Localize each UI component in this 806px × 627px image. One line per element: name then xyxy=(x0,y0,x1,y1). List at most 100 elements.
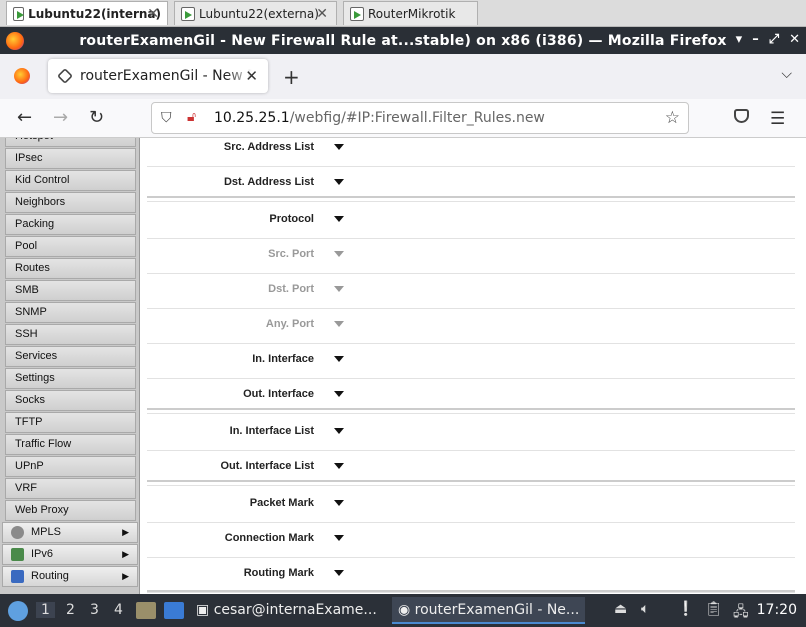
sidebar-item-kid-control[interactable]: Kid Control xyxy=(5,170,136,191)
dropdown-toggle-icon[interactable] xyxy=(334,356,344,362)
workspace-1[interactable]: 1 xyxy=(36,602,55,618)
workspace-2[interactable]: 2 xyxy=(66,602,75,618)
browser-tab[interactable]: routerExamenGil - New Firewall Rule ✕ xyxy=(48,59,268,93)
sidebar-item-pool[interactable]: Pool xyxy=(5,236,136,257)
field-label: Dst. Address List xyxy=(223,176,314,188)
url-bar[interactable]: ⛉ 🔓︎ 10.25.25.1/webfig/#IP:Firewall.Filt… xyxy=(151,102,689,134)
sidebar-item-smb[interactable]: SMB xyxy=(5,280,136,301)
eject-icon[interactable]: ⏏ xyxy=(614,601,627,617)
field-row-dst-address-list: Dst. Address List xyxy=(147,167,795,202)
sidebar-item-upnp[interactable]: UPnP xyxy=(5,456,136,477)
sidebar-item-neighbors[interactable]: Neighbors xyxy=(5,192,136,213)
sidebar-group-ipv6[interactable]: IPv6 ▶ xyxy=(2,544,138,565)
minimize-icon[interactable]: – xyxy=(752,32,759,47)
field-label: Out. Interface xyxy=(243,388,314,400)
sidebar-item-hotspot[interactable]: Hotspot xyxy=(5,138,136,147)
back-icon[interactable]: ← xyxy=(17,107,32,128)
mikrotik-icon xyxy=(57,68,73,84)
field-label: Src. Port xyxy=(268,248,314,260)
pocket-icon[interactable] xyxy=(734,109,749,123)
close-icon[interactable]: ✕ xyxy=(316,6,328,22)
sidebar-item-services[interactable]: Services xyxy=(5,346,136,367)
dropdown-toggle-icon[interactable] xyxy=(334,216,344,222)
clipboard-icon[interactable]: 📋︎ xyxy=(705,601,723,617)
dropdown-toggle-icon[interactable] xyxy=(334,428,344,434)
insecure-lock-icon[interactable]: 🔓︎ xyxy=(187,109,196,125)
field-row-out-interface-list: Out. Interface List xyxy=(147,451,795,486)
vm-tab-router[interactable]: RouterMikrotik xyxy=(343,1,478,25)
network-icon[interactable]: 🖧︎ xyxy=(733,601,749,625)
close-icon[interactable]: ✕ xyxy=(147,6,159,22)
start-menu-icon[interactable] xyxy=(8,601,28,621)
reload-icon[interactable]: ↻ xyxy=(89,107,104,128)
file-manager-icon[interactable] xyxy=(136,602,156,619)
sidebar-item-ssh[interactable]: SSH xyxy=(5,324,136,345)
field-row-packet-mark: Packet Mark xyxy=(147,488,795,523)
mpls-icon xyxy=(11,526,24,539)
field-label: In. Interface List xyxy=(229,425,314,437)
menu-arrow-icon[interactable]: ▾ xyxy=(736,32,743,47)
expand-arrow-icon: ▶ xyxy=(122,571,129,581)
show-desktop-icon[interactable] xyxy=(164,602,184,619)
sidebar-item-packing[interactable]: Packing xyxy=(5,214,136,235)
field-label: Connection Mark xyxy=(224,532,314,544)
sidebar-item-traffic-flow[interactable]: Traffic Flow xyxy=(5,434,136,455)
field-label: Dst. Port xyxy=(268,283,314,295)
dropdown-toggle-icon xyxy=(334,286,344,292)
field-label: Out. Interface List xyxy=(220,460,314,472)
taskbar-firefox[interactable]: ◉ routerExamenGil - Ne... xyxy=(392,597,586,624)
sidebar-item-settings[interactable]: Settings xyxy=(5,368,136,389)
vm-tab-externa[interactable]: Lubuntu22(externa) ✕ xyxy=(174,1,337,25)
sidebar-item-routes[interactable]: Routes xyxy=(5,258,136,279)
workspace-3[interactable]: 3 xyxy=(90,602,99,618)
volume-icon[interactable]: 🔈︎ xyxy=(641,601,649,617)
shield-icon[interactable]: ⛉ xyxy=(161,110,172,126)
navigation-bar: ← → ↻ ⛉ 🔓︎ 10.25.25.1/webfig/#IP:Firewal… xyxy=(0,99,806,138)
field-row-any-port: Any. Port xyxy=(147,309,795,344)
field-label: Any. Port xyxy=(265,318,314,330)
clock: 17:20 xyxy=(756,602,797,618)
expand-arrow-icon: ▶ xyxy=(122,549,129,559)
sidebar-group-label: MPLS xyxy=(31,526,61,538)
sidebar-group-routing[interactable]: Routing ▶ xyxy=(2,566,138,587)
sidebar-item-vrf[interactable]: VRF xyxy=(5,478,136,499)
dropdown-toggle-icon xyxy=(334,251,344,257)
sidebar-group-label: IPv6 xyxy=(31,548,54,560)
dropdown-toggle-icon[interactable] xyxy=(334,144,344,150)
sidebar-item-ipsec[interactable]: IPsec xyxy=(5,148,136,169)
dropdown-toggle-icon[interactable] xyxy=(334,391,344,397)
field-label: Routing Mark xyxy=(243,567,314,579)
vm-play-icon xyxy=(350,6,364,21)
sidebar-group-mpls[interactable]: MPLS ▶ xyxy=(2,522,138,543)
field-row-src-address-list: Src. Address List xyxy=(147,138,795,167)
sidebar-item-web-proxy[interactable]: Web Proxy xyxy=(5,500,136,521)
workspace-4[interactable]: 4 xyxy=(114,602,123,618)
vm-tab-interna[interactable]: Lubuntu22(interna) ✕ xyxy=(6,1,168,25)
bookmark-star-icon[interactable]: ☆ xyxy=(665,108,680,128)
url-text[interactable]: 10.25.25.1/webfig/#IP:Firewall.Filter_Ru… xyxy=(214,110,545,126)
ipv6-icon xyxy=(11,548,24,561)
firefox-view-icon[interactable] xyxy=(14,68,30,84)
chevron-down-icon[interactable]: ⌵ xyxy=(781,66,792,82)
field-label: Src. Address List xyxy=(223,141,314,153)
window-title: routerExamenGil - New Firewall Rule at..… xyxy=(79,33,727,49)
dropdown-toggle-icon[interactable] xyxy=(334,500,344,506)
hamburger-menu-icon[interactable]: ☰ xyxy=(770,109,785,129)
dropdown-toggle-icon[interactable] xyxy=(334,179,344,185)
field-label: Protocol xyxy=(269,213,314,225)
dropdown-toggle-icon[interactable] xyxy=(334,463,344,469)
taskbar-terminal[interactable]: ▣ cesar@internaExame... xyxy=(196,602,377,618)
dropdown-toggle-icon[interactable] xyxy=(334,535,344,541)
sidebar-item-snmp[interactable]: SNMP xyxy=(5,302,136,323)
close-icon[interactable]: ✕ xyxy=(789,32,800,47)
new-tab-button[interactable]: + xyxy=(283,65,300,89)
restore-icon[interactable]: ⤢ xyxy=(769,32,779,47)
forward-icon[interactable]: → xyxy=(53,107,68,128)
sidebar-item-tftp[interactable]: TFTP xyxy=(5,412,136,433)
dropdown-toggle-icon[interactable] xyxy=(334,570,344,576)
sidebar-item-socks[interactable]: Socks xyxy=(5,390,136,411)
close-icon[interactable]: ✕ xyxy=(245,67,258,85)
vm-tab-label: Lubuntu22(externa) xyxy=(199,6,319,21)
browser-tab-bar: routerExamenGil - New Firewall Rule ✕ + … xyxy=(0,54,806,99)
notification-icon[interactable]: ❕ xyxy=(677,601,694,617)
